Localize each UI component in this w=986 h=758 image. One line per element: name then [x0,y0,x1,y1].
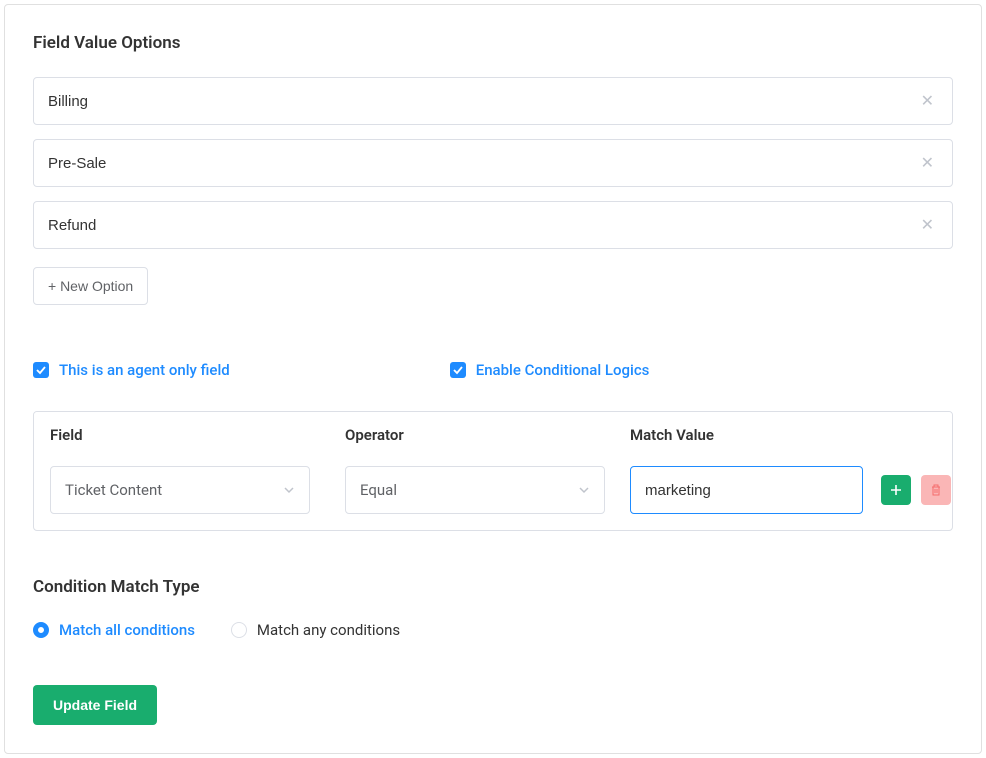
option-input-refund[interactable] [48,217,917,234]
field-options-panel: Field Value Options ✕ ✕ ✕ + New Option T… [4,4,982,754]
table-header: Field Operator Match Value [34,412,952,458]
table-row: Ticket Content Equal [34,458,952,530]
match-value-input[interactable] [630,466,863,514]
checkbox-row: This is an agent only field Enable Condi… [33,361,953,379]
chevron-down-icon [283,484,295,496]
delete-condition-button[interactable] [921,475,951,505]
checkbox-icon [450,362,466,378]
header-operator: Operator [345,426,630,444]
header-match-value: Match Value [630,426,848,444]
chevron-down-icon [578,484,590,496]
agent-only-checkbox[interactable]: This is an agent only field [33,361,230,379]
add-condition-button[interactable] [881,475,911,505]
radio-icon [33,622,49,638]
agent-only-label: This is an agent only field [59,361,230,379]
enable-conditional-checkbox[interactable]: Enable Conditional Logics [450,361,650,379]
close-icon[interactable]: ✕ [917,89,938,113]
match-any-label: Match any conditions [257,621,400,639]
plus-icon [889,483,903,497]
header-field: Field [50,426,345,444]
enable-conditional-label: Enable Conditional Logics [476,361,650,379]
option-row: ✕ [33,139,953,187]
checkbox-icon [33,362,49,378]
option-input-billing[interactable] [48,93,917,110]
operator-select-value: Equal [360,481,397,499]
update-field-button[interactable]: Update Field [33,685,157,725]
match-any-radio[interactable]: Match any conditions [231,621,400,639]
trash-icon [929,483,943,497]
option-row: ✕ [33,77,953,125]
match-all-label: Match all conditions [59,621,195,639]
option-input-presale[interactable] [48,155,917,172]
radio-icon [231,622,247,638]
field-select[interactable]: Ticket Content [50,466,310,514]
row-actions [863,475,951,505]
radio-row: Match all conditions Match any condition… [33,621,953,639]
close-icon[interactable]: ✕ [917,151,938,175]
operator-select[interactable]: Equal [345,466,605,514]
match-type-title: Condition Match Type [33,577,953,597]
section-title: Field Value Options [33,33,953,53]
close-icon[interactable]: ✕ [917,213,938,237]
option-row: ✕ [33,201,953,249]
new-option-button[interactable]: + New Option [33,267,148,305]
match-all-radio[interactable]: Match all conditions [33,621,195,639]
conditions-table: Field Operator Match Value Ticket Conten… [33,411,953,531]
field-select-value: Ticket Content [65,481,162,499]
